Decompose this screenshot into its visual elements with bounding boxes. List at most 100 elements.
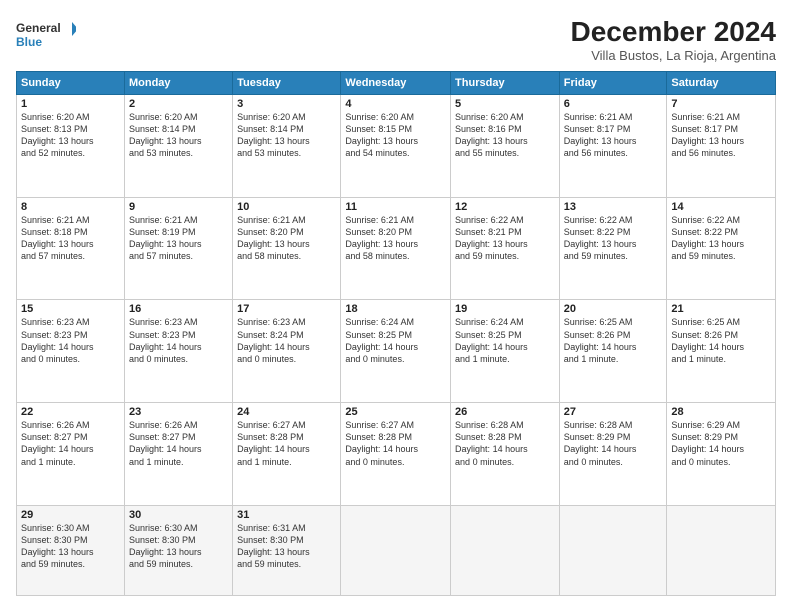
calendar-week-row: 1Sunrise: 6:20 AM Sunset: 8:13 PM Daylig… bbox=[17, 95, 776, 198]
day-number: 25 bbox=[345, 406, 446, 418]
day-number: 17 bbox=[237, 303, 336, 315]
day-info: Sunrise: 6:25 AM Sunset: 8:26 PM Dayligh… bbox=[671, 316, 771, 365]
calendar-week-row: 15Sunrise: 6:23 AM Sunset: 8:23 PM Dayli… bbox=[17, 300, 776, 403]
day-number: 31 bbox=[237, 509, 336, 521]
calendar-cell bbox=[559, 505, 667, 595]
day-info: Sunrise: 6:24 AM Sunset: 8:25 PM Dayligh… bbox=[345, 316, 446, 365]
calendar-table: Sunday Monday Tuesday Wednesday Thursday… bbox=[16, 71, 776, 596]
day-info: Sunrise: 6:20 AM Sunset: 8:14 PM Dayligh… bbox=[237, 111, 336, 160]
day-info: Sunrise: 6:27 AM Sunset: 8:28 PM Dayligh… bbox=[237, 419, 336, 468]
col-sunday: Sunday bbox=[17, 72, 125, 95]
col-saturday: Saturday bbox=[667, 72, 776, 95]
day-info: Sunrise: 6:30 AM Sunset: 8:30 PM Dayligh… bbox=[129, 522, 228, 571]
calendar-cell: 8Sunrise: 6:21 AM Sunset: 8:18 PM Daylig… bbox=[17, 197, 125, 300]
location-subtitle: Villa Bustos, La Rioja, Argentina bbox=[571, 48, 776, 63]
calendar-cell: 31Sunrise: 6:31 AM Sunset: 8:30 PM Dayli… bbox=[233, 505, 341, 595]
day-info: Sunrise: 6:20 AM Sunset: 8:14 PM Dayligh… bbox=[129, 111, 228, 160]
col-tuesday: Tuesday bbox=[233, 72, 341, 95]
day-info: Sunrise: 6:20 AM Sunset: 8:13 PM Dayligh… bbox=[21, 111, 120, 160]
day-number: 13 bbox=[564, 201, 663, 213]
day-number: 4 bbox=[345, 98, 446, 110]
day-info: Sunrise: 6:25 AM Sunset: 8:26 PM Dayligh… bbox=[564, 316, 663, 365]
calendar-cell bbox=[667, 505, 776, 595]
day-number: 11 bbox=[345, 201, 446, 213]
calendar-cell: 1Sunrise: 6:20 AM Sunset: 8:13 PM Daylig… bbox=[17, 95, 125, 198]
calendar-cell: 24Sunrise: 6:27 AM Sunset: 8:28 PM Dayli… bbox=[233, 403, 341, 506]
day-number: 24 bbox=[237, 406, 336, 418]
day-info: Sunrise: 6:30 AM Sunset: 8:30 PM Dayligh… bbox=[21, 522, 120, 571]
day-number: 5 bbox=[455, 98, 555, 110]
calendar-cell: 12Sunrise: 6:22 AM Sunset: 8:21 PM Dayli… bbox=[451, 197, 560, 300]
calendar-cell: 16Sunrise: 6:23 AM Sunset: 8:23 PM Dayli… bbox=[124, 300, 232, 403]
svg-text:Blue: Blue bbox=[16, 35, 42, 49]
day-number: 27 bbox=[564, 406, 663, 418]
month-title: December 2024 bbox=[571, 16, 776, 48]
day-number: 19 bbox=[455, 303, 555, 315]
calendar-cell: 22Sunrise: 6:26 AM Sunset: 8:27 PM Dayli… bbox=[17, 403, 125, 506]
day-number: 1 bbox=[21, 98, 120, 110]
day-number: 6 bbox=[564, 98, 663, 110]
day-number: 21 bbox=[671, 303, 771, 315]
calendar-cell: 7Sunrise: 6:21 AM Sunset: 8:17 PM Daylig… bbox=[667, 95, 776, 198]
day-info: Sunrise: 6:22 AM Sunset: 8:21 PM Dayligh… bbox=[455, 214, 555, 263]
calendar-cell: 13Sunrise: 6:22 AM Sunset: 8:22 PM Dayli… bbox=[559, 197, 667, 300]
calendar-week-row: 22Sunrise: 6:26 AM Sunset: 8:27 PM Dayli… bbox=[17, 403, 776, 506]
day-number: 2 bbox=[129, 98, 228, 110]
day-number: 28 bbox=[671, 406, 771, 418]
day-info: Sunrise: 6:24 AM Sunset: 8:25 PM Dayligh… bbox=[455, 316, 555, 365]
day-info: Sunrise: 6:31 AM Sunset: 8:30 PM Dayligh… bbox=[237, 522, 336, 571]
calendar-cell: 11Sunrise: 6:21 AM Sunset: 8:20 PM Dayli… bbox=[341, 197, 451, 300]
day-info: Sunrise: 6:26 AM Sunset: 8:27 PM Dayligh… bbox=[21, 419, 120, 468]
day-info: Sunrise: 6:20 AM Sunset: 8:16 PM Dayligh… bbox=[455, 111, 555, 160]
calendar-week-row: 8Sunrise: 6:21 AM Sunset: 8:18 PM Daylig… bbox=[17, 197, 776, 300]
col-thursday: Thursday bbox=[451, 72, 560, 95]
calendar-cell: 6Sunrise: 6:21 AM Sunset: 8:17 PM Daylig… bbox=[559, 95, 667, 198]
calendar-cell: 28Sunrise: 6:29 AM Sunset: 8:29 PM Dayli… bbox=[667, 403, 776, 506]
day-number: 26 bbox=[455, 406, 555, 418]
calendar-cell: 17Sunrise: 6:23 AM Sunset: 8:24 PM Dayli… bbox=[233, 300, 341, 403]
day-number: 22 bbox=[21, 406, 120, 418]
day-info: Sunrise: 6:23 AM Sunset: 8:23 PM Dayligh… bbox=[21, 316, 120, 365]
day-number: 12 bbox=[455, 201, 555, 213]
calendar-cell: 29Sunrise: 6:30 AM Sunset: 8:30 PM Dayli… bbox=[17, 505, 125, 595]
calendar-week-row: 29Sunrise: 6:30 AM Sunset: 8:30 PM Dayli… bbox=[17, 505, 776, 595]
logo-svg: General Blue bbox=[16, 16, 76, 56]
day-number: 3 bbox=[237, 98, 336, 110]
day-info: Sunrise: 6:21 AM Sunset: 8:17 PM Dayligh… bbox=[671, 111, 771, 160]
day-info: Sunrise: 6:21 AM Sunset: 8:20 PM Dayligh… bbox=[345, 214, 446, 263]
calendar-cell: 10Sunrise: 6:21 AM Sunset: 8:20 PM Dayli… bbox=[233, 197, 341, 300]
svg-text:General: General bbox=[16, 21, 61, 35]
calendar-cell: 27Sunrise: 6:28 AM Sunset: 8:29 PM Dayli… bbox=[559, 403, 667, 506]
day-info: Sunrise: 6:22 AM Sunset: 8:22 PM Dayligh… bbox=[671, 214, 771, 263]
day-number: 23 bbox=[129, 406, 228, 418]
day-info: Sunrise: 6:28 AM Sunset: 8:29 PM Dayligh… bbox=[564, 419, 663, 468]
calendar-cell: 14Sunrise: 6:22 AM Sunset: 8:22 PM Dayli… bbox=[667, 197, 776, 300]
calendar-cell: 4Sunrise: 6:20 AM Sunset: 8:15 PM Daylig… bbox=[341, 95, 451, 198]
title-block: December 2024 Villa Bustos, La Rioja, Ar… bbox=[571, 16, 776, 63]
day-number: 30 bbox=[129, 509, 228, 521]
day-info: Sunrise: 6:23 AM Sunset: 8:24 PM Dayligh… bbox=[237, 316, 336, 365]
calendar-cell: 3Sunrise: 6:20 AM Sunset: 8:14 PM Daylig… bbox=[233, 95, 341, 198]
day-info: Sunrise: 6:20 AM Sunset: 8:15 PM Dayligh… bbox=[345, 111, 446, 160]
day-info: Sunrise: 6:27 AM Sunset: 8:28 PM Dayligh… bbox=[345, 419, 446, 468]
day-number: 29 bbox=[21, 509, 120, 521]
col-wednesday: Wednesday bbox=[341, 72, 451, 95]
day-info: Sunrise: 6:23 AM Sunset: 8:23 PM Dayligh… bbox=[129, 316, 228, 365]
day-number: 16 bbox=[129, 303, 228, 315]
page: General Blue December 2024 Villa Bustos,… bbox=[0, 0, 792, 612]
calendar-cell: 30Sunrise: 6:30 AM Sunset: 8:30 PM Dayli… bbox=[124, 505, 232, 595]
day-number: 8 bbox=[21, 201, 120, 213]
calendar-cell: 15Sunrise: 6:23 AM Sunset: 8:23 PM Dayli… bbox=[17, 300, 125, 403]
calendar-cell bbox=[451, 505, 560, 595]
day-info: Sunrise: 6:21 AM Sunset: 8:18 PM Dayligh… bbox=[21, 214, 120, 263]
header: General Blue December 2024 Villa Bustos,… bbox=[16, 16, 776, 63]
day-info: Sunrise: 6:21 AM Sunset: 8:19 PM Dayligh… bbox=[129, 214, 228, 263]
calendar-cell: 18Sunrise: 6:24 AM Sunset: 8:25 PM Dayli… bbox=[341, 300, 451, 403]
day-info: Sunrise: 6:26 AM Sunset: 8:27 PM Dayligh… bbox=[129, 419, 228, 468]
day-number: 15 bbox=[21, 303, 120, 315]
calendar-cell: 21Sunrise: 6:25 AM Sunset: 8:26 PM Dayli… bbox=[667, 300, 776, 403]
day-info: Sunrise: 6:21 AM Sunset: 8:17 PM Dayligh… bbox=[564, 111, 663, 160]
day-number: 14 bbox=[671, 201, 771, 213]
calendar-cell: 20Sunrise: 6:25 AM Sunset: 8:26 PM Dayli… bbox=[559, 300, 667, 403]
day-info: Sunrise: 6:21 AM Sunset: 8:20 PM Dayligh… bbox=[237, 214, 336, 263]
